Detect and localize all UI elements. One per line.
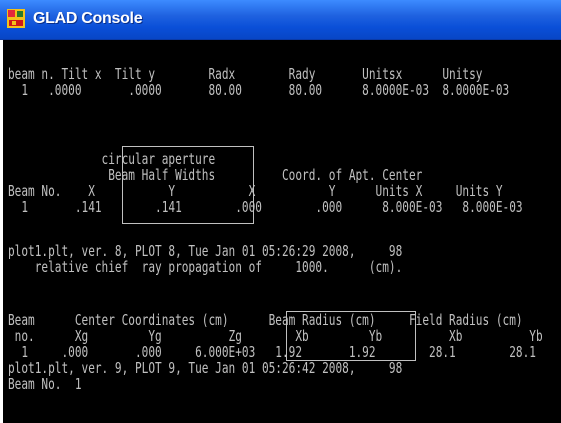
console-output[interactable]: beam n. Tilt x Tilt y Radx Rady Unitsx U…: [3, 40, 561, 423]
window-title: GLAD Console: [33, 10, 143, 27]
title-bar[interactable]: GLAD Console: [0, 0, 561, 40]
console-line: 1 .0000 .0000 80.00 80.00 8.0000E-03 8.0…: [8, 81, 510, 99]
console-line: Beam No. 1: [8, 375, 82, 393]
console-line: 1 .141 .141 .000 .000 8.000E-03 8.000E-0…: [8, 198, 523, 216]
console-line: relative chief ray propagation of 1000. …: [8, 258, 403, 276]
aperture-highlight-box: [122, 146, 254, 224]
beam-radius-highlight-box: [286, 311, 416, 361]
glad-app-icon[interactable]: [7, 9, 25, 28]
